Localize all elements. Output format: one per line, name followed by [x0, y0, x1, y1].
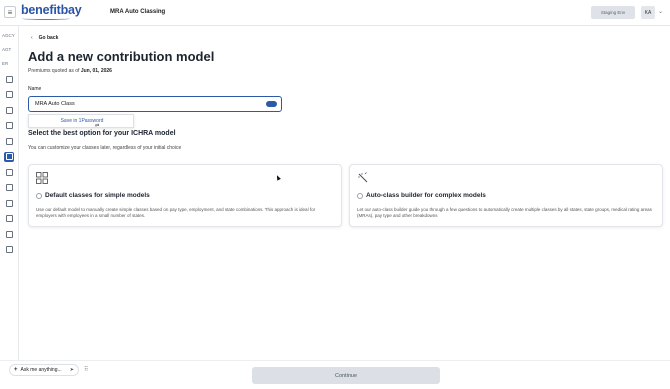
- env-badge[interactable]: Staging Env: [591, 6, 635, 19]
- settings-icon[interactable]: ⇄: [95, 123, 99, 129]
- page-header-title: MRA Auto Classing: [110, 9, 166, 15]
- option-card-auto-class[interactable]: Auto-class builder for complex models Le…: [349, 164, 663, 227]
- ask-label: Ask me anything...: [20, 367, 62, 373]
- briefcase-icon-glyph: [5, 246, 13, 253]
- radio-default[interactable]: [36, 193, 42, 199]
- premiums-info: Premiums quoted as of Jun, 01, 2026: [28, 68, 112, 74]
- file-icon-glyph: [5, 168, 13, 176]
- bank-icon[interactable]: [4, 74, 14, 84]
- sidebar-tag-agcy[interactable]: AGCY: [2, 33, 15, 38]
- chevron-down-icon[interactable]: ⌄: [658, 8, 663, 15]
- name-input[interactable]: [28, 96, 282, 112]
- grid-icon: [36, 172, 48, 184]
- select-subtitle: You can customize your classes later, re…: [28, 145, 182, 151]
- image-icon[interactable]: [4, 90, 14, 100]
- premiums-prefix: Premiums quoted as of: [28, 68, 80, 74]
- save-in-1password-button[interactable]: Save in 1Password: [33, 118, 131, 125]
- magic-wand-icon: [358, 172, 368, 183]
- select-title: Select the best option for your ICHRA mo…: [28, 130, 176, 137]
- premiums-date: Jun, 01, 2026: [80, 68, 112, 74]
- option-description: Use our default model to manually create…: [36, 207, 316, 218]
- building-icon[interactable]: [4, 183, 14, 193]
- back-link[interactable]: ‹ Go back: [31, 35, 58, 41]
- option-description: Let our auto-class builder guide you thr…: [357, 207, 652, 218]
- money-icon[interactable]: [4, 229, 14, 239]
- top-bar: ≡ benefitbay MRA Auto Classing Staging E…: [0, 0, 670, 26]
- contribution-icon-glyph: [5, 153, 13, 160]
- continue-button[interactable]: Continue: [252, 367, 440, 384]
- sidebar-tag-er[interactable]: ER: [2, 61, 8, 66]
- user-add-icon-glyph: [5, 106, 13, 114]
- sidebar: AGCY AGT ER: [0, 26, 19, 389]
- option-title: Auto-class builder for complex models: [366, 192, 486, 199]
- briefcase-icon[interactable]: [4, 245, 14, 255]
- document-icon[interactable]: [4, 136, 14, 146]
- file-icon[interactable]: [4, 167, 14, 177]
- chevron-left-icon: ‹: [31, 35, 33, 41]
- back-label: Go back: [38, 35, 59, 41]
- contribution-icon[interactable]: [4, 151, 14, 162]
- menu-icon[interactable]: ≡: [4, 6, 16, 18]
- mail-icon[interactable]: [4, 198, 14, 208]
- drag-handle-icon[interactable]: ⠿: [84, 366, 89, 373]
- send-icon[interactable]: ➤: [70, 367, 74, 373]
- option-title: Default classes for simple models: [45, 192, 150, 199]
- image-icon-glyph: [5, 91, 13, 98]
- password-popup: Save in 1Password: [28, 114, 134, 128]
- building-icon-glyph: [5, 184, 13, 191]
- calculator-icon[interactable]: [4, 214, 14, 224]
- sidebar-tag-agt[interactable]: AGT: [2, 47, 11, 52]
- name-label: Name: [28, 86, 42, 92]
- card-icon-glyph: [5, 122, 13, 129]
- user-add-icon[interactable]: [4, 105, 14, 115]
- card-icon[interactable]: [4, 121, 14, 131]
- password-manager-icon[interactable]: [266, 101, 277, 107]
- bank-icon-glyph: [5, 75, 13, 83]
- calculator-icon-glyph: [5, 215, 13, 222]
- logo[interactable]: benefitbay: [21, 3, 82, 17]
- money-icon-glyph: [5, 230, 13, 238]
- mail-icon-glyph: [5, 199, 13, 207]
- logo-swoosh: [22, 17, 70, 20]
- option-card-default[interactable]: Default classes for simple models Use ou…: [28, 164, 342, 227]
- radio-auto-class[interactable]: [357, 193, 363, 199]
- plus-icon: +: [14, 367, 18, 373]
- avatar[interactable]: KA: [641, 6, 655, 19]
- page-title: Add a new contribution model: [28, 49, 215, 64]
- document-icon-glyph: [5, 137, 13, 145]
- ask-me-anything-button[interactable]: + Ask me anything... ➤: [9, 364, 79, 376]
